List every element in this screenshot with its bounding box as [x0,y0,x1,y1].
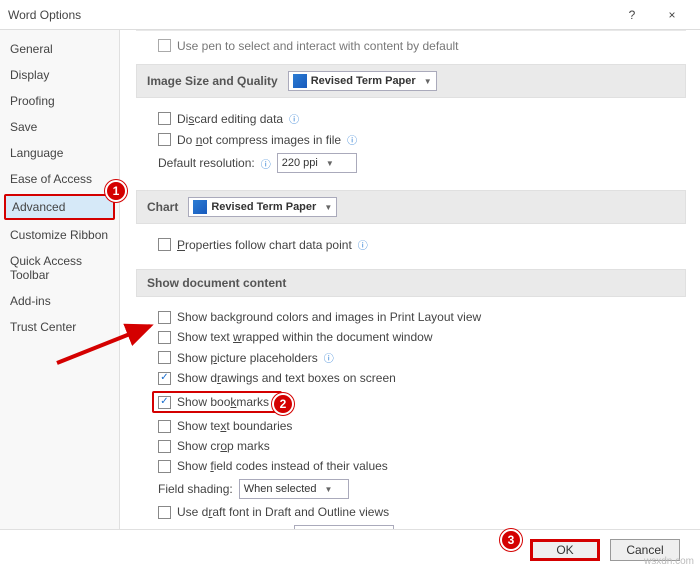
dropdown-value: When selected [244,483,317,495]
dropdown-value: 220 ppi [282,157,318,169]
info-icon[interactable]: ⓘ [347,132,357,147]
field-shading-dropdown[interactable]: When selected ▼ [239,479,349,499]
checkbox[interactable] [158,506,171,519]
option-row-field-shading: Field shading: When selected ▼ [158,476,686,502]
option-row-discard-editing: Discard editing data ⓘ [158,108,686,129]
sidebar-item-addins[interactable]: Add-ins [0,288,119,314]
section-title: Image Size and Quality [147,74,278,88]
close-button[interactable]: × [652,0,692,29]
dialog-footer: 3 OK Cancel [0,530,700,570]
option-label: Use pen to select and interact with cont… [177,39,459,53]
section-title: Show document content [147,276,286,290]
field-label: Default resolution: [158,156,255,170]
font-name-dropdown[interactable]: Courier New ▼ [294,525,394,529]
callout-marker-2: 2 [272,393,294,415]
option-label: Show picture placeholders [177,351,318,365]
option-row-text-boundaries: Show text boundaries [158,416,686,436]
option-label: Show field codes instead of their values [177,459,388,473]
image-target-dropdown[interactable]: Revised Term Paper ▼ [288,71,437,91]
option-label: Show background colors and images in Pri… [177,310,481,324]
option-label: Do not compress images in file [177,133,341,147]
sidebar-item-ease-of-access[interactable]: Ease of Access [0,166,119,192]
option-row-no-compress: Do not compress images in file ⓘ [158,129,686,150]
info-icon[interactable]: ⓘ [261,156,271,171]
chevron-down-icon: ▼ [424,77,432,86]
help-button[interactable]: ? [612,0,652,29]
section-header-doc-content: Show document content [136,269,686,297]
section-header-image: Image Size and Quality Revised Term Pape… [136,64,686,98]
dropdown-value: Revised Term Paper [311,75,416,87]
sidebar-item-general[interactable]: General [0,36,119,62]
option-row-picture-placeholders: Show picture placeholders ⓘ [158,347,686,368]
sidebar-item-advanced[interactable]: Advanced 1 [4,194,115,220]
option-label: Show text wrapped within the document wi… [177,330,432,344]
checkbox[interactable] [158,440,171,453]
word-doc-icon [193,200,207,214]
option-row-draft-font: Use draft font in Draft and Outline view… [158,502,686,522]
option-label: Use draft font in Draft and Outline view… [177,505,389,519]
checkbox[interactable] [158,420,171,433]
checkbox[interactable] [158,133,171,146]
field-label: Field shading: [158,482,233,496]
info-icon[interactable]: ⓘ [289,111,299,126]
sidebar-item-language[interactable]: Language [0,140,119,166]
dialog-body: General Display Proofing Save Language E… [0,30,700,530]
watermark: wsxdn.com [644,556,694,567]
dropdown-value: Revised Term Paper [211,201,316,213]
chevron-down-icon: ▼ [324,485,332,494]
option-row-default-resolution: Default resolution: ⓘ 220 ppi ▼ [158,150,686,176]
checkbox[interactable] [158,372,171,385]
option-row-text-wrapped: Show text wrapped within the document wi… [158,327,686,347]
option-label: Show text boundaries [177,419,292,433]
option-label: Show drawings and text boxes on screen [177,371,396,385]
checkbox[interactable] [158,238,171,251]
callout-highlight: Show bookmarks 2 [152,391,282,413]
checkbox[interactable] [158,112,171,125]
checkbox[interactable] [158,331,171,344]
sidebar-item-customize-ribbon[interactable]: Customize Ribbon [0,222,119,248]
options-content: Use pen to select and interact with cont… [120,30,700,529]
window-title: Word Options [8,8,612,22]
chevron-down-icon: ▼ [324,203,332,212]
option-row-drawings: Show drawings and text boxes on screen [158,368,686,388]
info-icon[interactable]: ⓘ [324,350,334,365]
checkbox[interactable] [158,39,171,52]
field-label: Name: [178,528,288,529]
option-row-crop-marks: Show crop marks [158,436,686,456]
checkbox[interactable] [158,460,171,473]
sidebar-item-trust-center[interactable]: Trust Center [0,314,119,340]
section-title: Chart [147,200,178,214]
checkbox[interactable] [158,311,171,324]
default-resolution-dropdown[interactable]: 220 ppi ▼ [277,153,357,173]
sidebar-item-display[interactable]: Display [0,62,119,88]
title-bar: Word Options ? × [0,0,700,30]
checkbox[interactable] [158,351,171,364]
sidebar-item-save[interactable]: Save [0,114,119,140]
sidebar-item-proofing[interactable]: Proofing [0,88,119,114]
word-doc-icon [293,74,307,88]
option-row-chart-properties: Properties follow chart data point ⓘ [158,234,686,255]
checkbox[interactable] [158,396,171,409]
option-label: Discard editing data [177,112,283,126]
option-row-font-name: Name: Courier New ▼ [158,522,686,529]
cutoff-option-row: Use pen to select and interact with cont… [136,30,686,60]
section-header-chart: Chart Revised Term Paper ▼ [136,190,686,224]
sidebar-item-quick-access-toolbar[interactable]: Quick Access Toolbar [0,248,119,288]
option-label: Show crop marks [177,439,270,453]
info-icon[interactable]: ⓘ [358,237,368,252]
callout-marker-3: 3 [500,529,522,551]
option-row-bookmarks: Show bookmarks 2 [158,388,686,416]
ok-button[interactable]: OK [530,539,600,561]
chevron-down-icon: ▼ [326,159,334,168]
option-row-bg-colors: Show background colors and images in Pri… [158,307,686,327]
option-label: Properties follow chart data point [177,238,352,252]
sidebar: General Display Proofing Save Language E… [0,30,120,529]
sidebar-item-label: Advanced [12,200,65,214]
option-label: Show bookmarks [177,395,269,409]
chart-target-dropdown[interactable]: Revised Term Paper ▼ [188,197,337,217]
option-row-field-codes: Show field codes instead of their values [158,456,686,476]
